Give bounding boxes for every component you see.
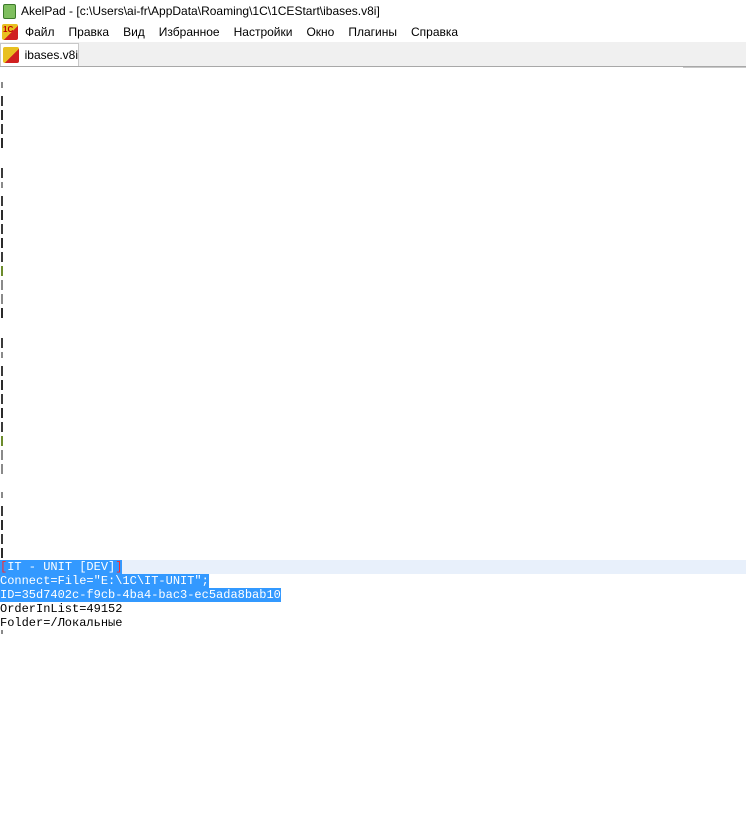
line-fragment bbox=[1, 308, 6, 318]
id-text: ID=35d7402c-f9cb-4ba4-bac3-ec5ada8bab10 bbox=[0, 588, 281, 602]
line-fragment bbox=[1, 548, 6, 558]
text-editor[interactable]: [IT - UNIT [DEV]] Connect=File="E:\1C\IT… bbox=[0, 68, 746, 827]
1c-file-icon bbox=[3, 47, 19, 63]
line-fragment bbox=[1, 630, 6, 634]
menu-window[interactable]: Окно bbox=[306, 25, 341, 39]
connect-text: Connect=File="E:\1C\IT-UNIT"; bbox=[0, 574, 209, 588]
line-fragment bbox=[1, 492, 6, 498]
line-fragment bbox=[1, 168, 5, 178]
menu-favorites[interactable]: Избранное bbox=[159, 25, 227, 39]
tab-bar: ibases.v8i bbox=[0, 42, 746, 67]
line-fragment bbox=[1, 534, 5, 544]
line-fragment bbox=[1, 238, 6, 248]
line-fragment bbox=[1, 96, 5, 106]
line-fragment bbox=[1, 338, 5, 348]
editor-line-order[interactable]: OrderInList=49152 bbox=[0, 602, 122, 616]
line-fragment bbox=[1, 520, 6, 530]
line-fragment bbox=[1, 380, 6, 390]
line-fragment bbox=[1, 352, 6, 358]
line-fragment bbox=[1, 422, 5, 432]
menu-help[interactable]: Справка bbox=[411, 25, 465, 39]
line-fragment bbox=[1, 450, 6, 460]
line-fragment bbox=[1, 464, 6, 474]
line-fragment bbox=[1, 366, 5, 376]
menu-plugins[interactable]: Плагины bbox=[348, 25, 404, 39]
line-fragment bbox=[1, 436, 6, 446]
window-title: AkelPad - [c:\Users\ai-fr\AppData\Roamin… bbox=[21, 4, 380, 18]
akelpad-app-icon bbox=[3, 3, 16, 19]
menu-settings[interactable]: Настройки bbox=[234, 25, 300, 39]
editor-line-id[interactable]: ID=35d7402c-f9cb-4ba4-bac3-ec5ada8bab10 bbox=[0, 588, 281, 602]
menu-view[interactable]: Вид bbox=[123, 25, 152, 39]
line-fragment bbox=[1, 280, 6, 290]
1c-logo-icon[interactable] bbox=[2, 24, 18, 40]
line-fragment bbox=[1, 124, 5, 134]
line-fragment bbox=[1, 196, 5, 206]
line-fragment bbox=[1, 394, 5, 404]
line-fragment bbox=[1, 182, 6, 188]
line-fragment bbox=[1, 408, 6, 418]
section-name: IT - UNIT [DEV] bbox=[7, 560, 116, 574]
line-fragment bbox=[1, 138, 6, 148]
line-fragment bbox=[1, 110, 6, 120]
menu-bar: Файл Правка Вид Избранное Настройки Окно… bbox=[0, 22, 746, 42]
menu-file[interactable]: Файл bbox=[25, 25, 62, 39]
line-fragment bbox=[1, 210, 6, 220]
line-fragment bbox=[1, 266, 6, 276]
line-fragment bbox=[1, 82, 6, 88]
title-bar: AkelPad - [c:\Users\ai-fr\AppData\Roamin… bbox=[0, 0, 746, 22]
line-fragment bbox=[1, 506, 5, 516]
menu-edit[interactable]: Правка bbox=[69, 25, 117, 39]
editor-line-folder[interactable]: Folder=/Локальные bbox=[0, 616, 122, 630]
line-fragment bbox=[1, 294, 6, 304]
line-fragment bbox=[1, 252, 5, 262]
tab-label: ibases.v8i bbox=[24, 48, 78, 62]
bracket-close: ] bbox=[115, 560, 123, 574]
editor-line-header[interactable]: [IT - UNIT [DEV]] bbox=[0, 560, 123, 574]
tab-ibases[interactable]: ibases.v8i bbox=[0, 43, 79, 66]
editor-line-connect[interactable]: Connect=File="E:\1C\IT-UNIT"; bbox=[0, 574, 209, 588]
line-fragment bbox=[1, 224, 5, 234]
